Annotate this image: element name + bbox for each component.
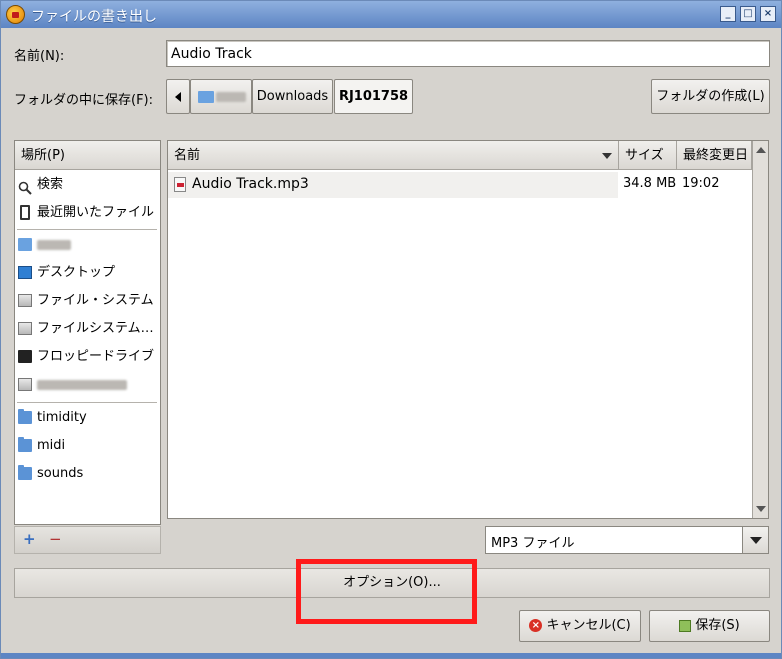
- path-back-button[interactable]: [166, 79, 190, 114]
- place-home[interactable]: [15, 231, 159, 259]
- bookmark-sounds[interactable]: sounds: [15, 460, 159, 488]
- folder-icon: [18, 465, 32, 480]
- cancel-button[interactable]: × キャンセル(C): [519, 610, 641, 642]
- drive-icon: [18, 322, 32, 335]
- chevron-down-icon: [750, 537, 762, 544]
- save-button[interactable]: 保存(S): [649, 610, 770, 642]
- file-list-panel: 名前 サイズ 最終変更日 Audio Track.mp3 34.8 MB 19:…: [167, 140, 769, 519]
- bookmark-toolbar: + −: [14, 526, 161, 554]
- folder-icon: [18, 409, 32, 424]
- place-desktop[interactable]: デスクトップ: [15, 259, 159, 287]
- file-type-select[interactable]: MP3 ファイル: [485, 526, 769, 554]
- filename-input[interactable]: [166, 40, 770, 67]
- floppy-icon: [18, 350, 32, 363]
- sort-down-icon: [602, 153, 612, 159]
- create-folder-button[interactable]: フォルダの作成(L): [651, 79, 770, 114]
- file-list-scrollbar[interactable]: [752, 141, 768, 518]
- scroll-up-icon[interactable]: [756, 147, 766, 153]
- window-bottom-border: [1, 653, 781, 658]
- bookmark-timidity[interactable]: timidity: [15, 404, 159, 432]
- places-header[interactable]: 場所(P): [15, 141, 160, 170]
- places-panel: 場所(P) 検索 最近開いたファイル デスクトップ ファイル・システム ファイル…: [14, 140, 161, 525]
- place-floppy[interactable]: フロッピードライブ: [15, 343, 159, 371]
- file-size: 34.8 MB: [623, 176, 677, 191]
- title-bar[interactable]: ファイルの書き出し _ □ ×: [1, 1, 781, 28]
- desktop-icon: [18, 266, 32, 279]
- search-icon: [18, 178, 32, 195]
- file-row[interactable]: Audio Track.mp3: [168, 172, 618, 198]
- cancel-icon: ×: [529, 619, 543, 632]
- place-filesystem-2[interactable]: ファイルシステム…: [15, 315, 159, 343]
- save-icon: [679, 619, 692, 632]
- maximize-icon[interactable]: □: [740, 6, 756, 22]
- folder-icon: [18, 437, 32, 452]
- close-icon[interactable]: ×: [760, 6, 776, 22]
- bookmark-midi[interactable]: midi: [15, 432, 159, 460]
- audio-file-icon: [174, 177, 186, 192]
- add-bookmark-button[interactable]: +: [23, 530, 36, 548]
- place-volume[interactable]: [15, 371, 159, 399]
- drive-icon: [18, 378, 32, 391]
- scroll-down-icon[interactable]: [756, 506, 766, 512]
- minimize-icon[interactable]: _: [720, 6, 736, 22]
- recent-icon: [20, 205, 30, 220]
- window-title: ファイルの書き出し: [31, 9, 157, 25]
- place-search[interactable]: 検索: [15, 171, 159, 199]
- chevron-left-icon: [175, 91, 181, 102]
- home-folder-icon: [198, 91, 214, 103]
- home-folder-icon: [18, 238, 32, 251]
- dropdown-button[interactable]: [742, 527, 768, 553]
- path-home-button[interactable]: [190, 79, 252, 114]
- column-header-size[interactable]: サイズ: [619, 141, 677, 170]
- file-modified: 19:02: [682, 176, 720, 191]
- places-separator: [17, 402, 157, 403]
- name-label: 名前(N):: [14, 49, 65, 64]
- highlight-annotation: [296, 559, 477, 624]
- export-file-dialog: ファイルの書き出し _ □ × 名前(N): フォルダの中に保存(F): Dow…: [0, 0, 782, 659]
- save-in-folder-label: フォルダの中に保存(F):: [14, 93, 154, 108]
- column-header-name[interactable]: 名前: [168, 141, 619, 170]
- place-filesystem[interactable]: ファイル・システム: [15, 287, 159, 315]
- place-recent[interactable]: 最近開いたファイル: [15, 199, 159, 227]
- path-button-current[interactable]: RJ101758: [334, 79, 413, 114]
- column-header-modified[interactable]: 最終変更日: [677, 141, 752, 170]
- places-separator: [17, 229, 157, 230]
- audacity-app-icon: [6, 5, 25, 24]
- path-button-downloads[interactable]: Downloads: [252, 79, 333, 114]
- remove-bookmark-button[interactable]: −: [49, 530, 62, 548]
- file-name: Audio Track.mp3: [192, 176, 309, 192]
- drive-icon: [18, 294, 32, 307]
